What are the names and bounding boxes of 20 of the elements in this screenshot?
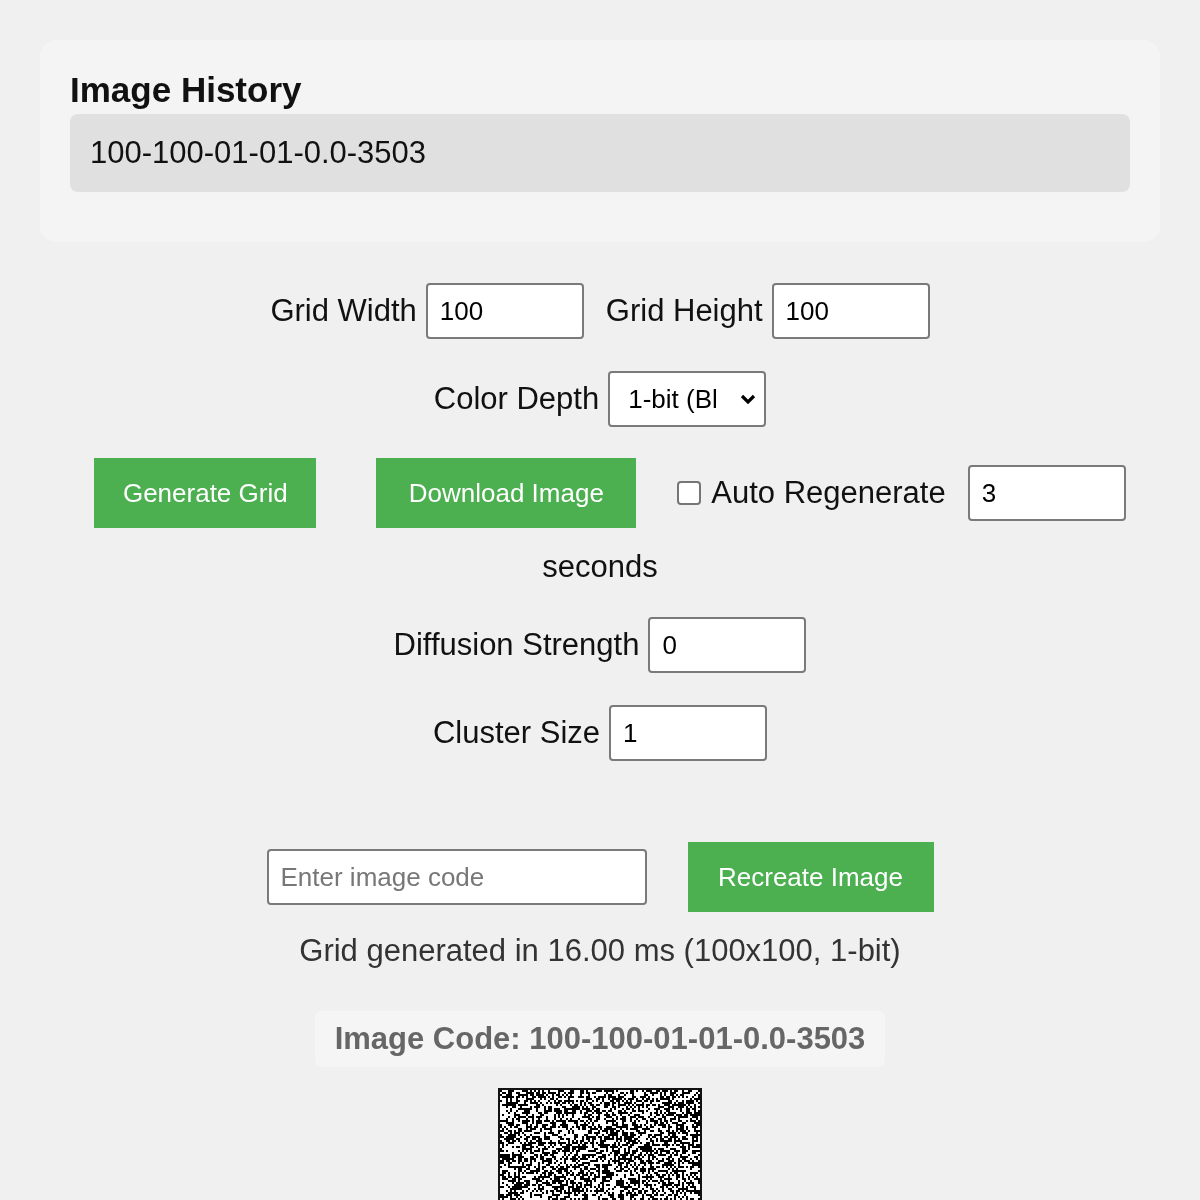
checkbox[interactable] — [677, 481, 702, 505]
field-label: Grid Height — [605, 293, 763, 329]
number-input[interactable]: 0 — [648, 617, 807, 673]
history-title: Image History — [70, 70, 303, 110]
history-entry[interactable]: 100-100-01-01-0.0-3503 — [70, 114, 1130, 192]
image-code-label: Image Code: 100-100-01-01-0.0-3503 — [314, 1011, 886, 1067]
field-label: Cluster Size — [432, 715, 601, 751]
color-depth-select[interactable]: 1-bit (Bl — [608, 371, 767, 427]
field-label: Diffusion Strength — [393, 627, 640, 663]
unit-label: seconds — [542, 549, 658, 585]
field-label: Color Depth — [433, 381, 600, 417]
field-label: Grid Width — [270, 293, 417, 329]
number-input[interactable]: 100 — [425, 283, 584, 339]
number-input[interactable]: 100 — [771, 283, 930, 339]
auto-regenerate-label: Auto Regenerate — [711, 475, 946, 511]
interval-input[interactable]: 3 — [967, 465, 1126, 521]
image-code-input[interactable]: Enter image code — [266, 849, 647, 905]
status-message: Grid generated in 16.00 ms (100x100, 1-bit) — [299, 933, 901, 969]
number-input[interactable]: 1 — [609, 705, 768, 761]
chevron-down-icon — [740, 393, 757, 405]
